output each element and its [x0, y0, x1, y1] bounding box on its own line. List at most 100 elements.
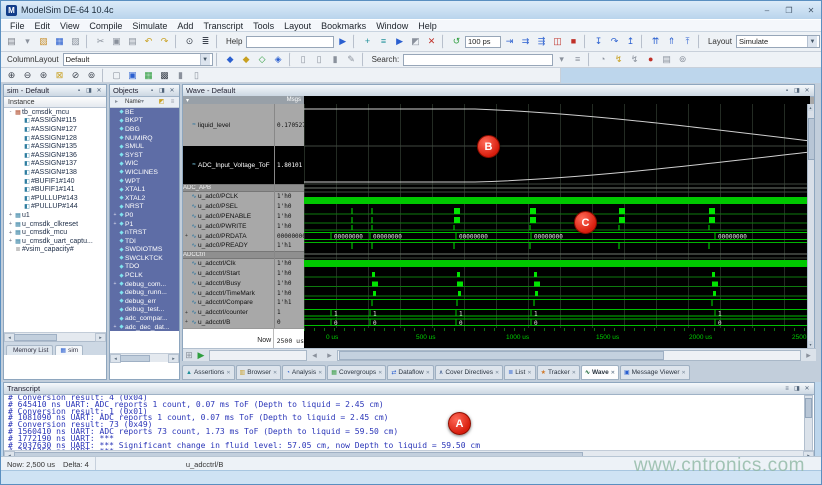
wave-value-row[interactable]: [275, 184, 304, 192]
edit-mode-icon[interactable]: ▩: [157, 68, 172, 83]
minimize-icon[interactable]: –: [760, 6, 774, 15]
scroll-right-icon[interactable]: ▸: [95, 333, 106, 342]
add-selected-to-wave-icon[interactable]: ◆: [223, 52, 238, 67]
wave-signal-row[interactable]: ∿ u_adc0/PENABLE: [183, 212, 274, 222]
menu-icon[interactable]: ≡: [783, 386, 791, 392]
object-row[interactable]: ◆ NRST: [110, 203, 179, 212]
wave-signal-row[interactable]: ∿ u_adcctrl/Clk: [183, 259, 274, 269]
tab-close-icon[interactable]: ✕: [318, 370, 322, 376]
wave-value-row[interactable]: 1'h0: [275, 269, 304, 279]
object-row[interactable]: ◆ debug_runn...: [110, 288, 179, 297]
tree-toggle-icon[interactable]: ▾: [183, 97, 189, 104]
wave-value-row[interactable]: 1'h0: [275, 221, 304, 231]
zoom-out-icon[interactable]: ⊖: [20, 68, 35, 83]
layout-select[interactable]: Simulate ▼: [736, 35, 820, 48]
filter-icon[interactable]: ◩: [156, 97, 167, 108]
close-icon[interactable]: ✕: [168, 87, 176, 94]
run-next-icon[interactable]: ⇑: [664, 34, 679, 49]
menu-item[interactable]: Simulate: [127, 21, 172, 31]
names-scrollbar-track[interactable]: [209, 350, 307, 361]
expand-toggle[interactable]: +: [183, 233, 190, 239]
print-icon[interactable]: ▨: [68, 34, 83, 49]
wave-signal-row[interactable]: + ∿ u_adc0/PRDATA: [183, 231, 274, 241]
tree-item[interactable]: ◧ #ASSIGN#136: [4, 151, 106, 160]
object-row[interactable]: ◆ TDO: [110, 263, 179, 272]
wave-value-row[interactable]: 1: [275, 308, 304, 318]
scroll-right-icon[interactable]: ▸: [168, 354, 179, 363]
copy-icon[interactable]: ▣: [109, 34, 124, 49]
bottom-tab[interactable]: ≣ List ✕: [504, 365, 535, 380]
object-row[interactable]: ◆ WPT: [110, 177, 179, 186]
menu-item[interactable]: Add: [172, 21, 198, 31]
undo-icon[interactable]: ↶: [141, 34, 156, 49]
tree-item[interactable]: ◧ #ASSIGN#115: [4, 117, 106, 126]
wave-signal-row[interactable]: ∿ u_adcctrl/Compare: [183, 298, 274, 308]
object-row[interactable]: ◆ debug_err: [110, 297, 179, 306]
step-out-icon[interactable]: ↥: [623, 34, 638, 49]
wave-signal-row[interactable]: ≈ ADC_Input_Voltage_ToF: [183, 146, 274, 184]
object-row[interactable]: ◆ WIC: [110, 160, 179, 169]
zoom-last-icon[interactable]: ⊘: [68, 68, 83, 83]
object-row[interactable]: ◆ BKPT: [110, 117, 179, 126]
tab-close-icon[interactable]: ✕: [226, 370, 230, 376]
select-mode-icon[interactable]: ▢: [109, 68, 124, 83]
maximize-icon[interactable]: ❐: [782, 6, 796, 15]
find-next-icon[interactable]: ≣: [198, 34, 213, 49]
tree-item[interactable]: ◧ #ASSIGN#138: [4, 168, 106, 177]
tree-item[interactable]: ◧ #PULLUP#143: [4, 194, 106, 203]
close-icon[interactable]: ✕: [803, 87, 811, 94]
tab-close-icon[interactable]: ✕: [527, 370, 531, 376]
tree-item[interactable]: ◧ #ASSIGN#128: [4, 134, 106, 143]
step-into-icon[interactable]: ↧: [591, 34, 606, 49]
clock-icon[interactable]: ◔: [595, 52, 610, 67]
run-icon[interactable]: ⇥: [502, 34, 517, 49]
noforce-icon[interactable]: ↯: [627, 52, 642, 67]
wave-signal-row[interactable]: ∿ u_adc0/PCLK: [183, 192, 274, 202]
tab-close-icon[interactable]: ✕: [611, 370, 615, 376]
bottom-tab[interactable]: ∿ Wave ✕: [581, 365, 619, 380]
memory-icon[interactable]: ▤: [659, 52, 674, 67]
object-row[interactable]: ◆ BE: [110, 108, 179, 117]
columnlayout-select[interactable]: Default ▼: [63, 53, 213, 66]
separator[interactable]: [588, 52, 592, 67]
menu-item[interactable]: File: [5, 21, 30, 31]
close-icon[interactable]: ✕: [804, 6, 818, 15]
float-icon[interactable]: ◨: [793, 87, 801, 94]
separator[interactable]: [86, 34, 90, 49]
cut-wave-icon[interactable]: ▮: [173, 68, 188, 83]
object-row[interactable]: + ◆ P1: [110, 220, 179, 229]
wave-value-row[interactable]: 1'h1: [275, 298, 304, 308]
waveform-canvas[interactable]: 00000000 00000000 00000000 00000000 0000…: [304, 96, 810, 348]
object-row[interactable]: ◆ WICLINES: [110, 168, 179, 177]
scrollbar-thumb[interactable]: [120, 355, 150, 362]
break-icon[interactable]: ✕: [424, 34, 439, 49]
simulate-options-icon[interactable]: ◩: [408, 34, 423, 49]
object-row[interactable]: ◆ XTAL2: [110, 194, 179, 203]
annotate-icon[interactable]: ✎: [344, 52, 359, 67]
expand-toggle[interactable]: +: [7, 212, 14, 218]
wave-signal-row[interactable]: ≈ liquid_level: [183, 104, 274, 146]
pane-tab[interactable]: ▦ sim: [55, 345, 83, 355]
scrollbar-thumb[interactable]: [808, 118, 815, 160]
bottom-tab[interactable]: ▣ Message Viewer ✕: [620, 365, 690, 380]
tree-item[interactable]: ◧ #ASSIGN#137: [4, 160, 106, 169]
cursor-lock-icon[interactable]: ▮: [328, 52, 343, 67]
step-current-icon[interactable]: ⇈: [648, 34, 663, 49]
menu-item[interactable]: Tools: [248, 21, 279, 31]
wave-value-row[interactable]: 0: [275, 318, 304, 328]
wave-value-row[interactable]: 1'h0: [275, 278, 304, 288]
wave-value-row[interactable]: 0.170527: [275, 104, 304, 146]
zoom-full-icon[interactable]: ⊛: [36, 68, 51, 83]
view-menu-icon[interactable]: ≡: [167, 97, 178, 108]
tab-close-icon[interactable]: ✕: [378, 370, 382, 376]
add-wave-window-icon[interactable]: ◇: [255, 52, 270, 67]
sort-icon[interactable]: ▾: [137, 97, 148, 108]
dock-icon[interactable]: ▪: [783, 88, 791, 94]
wave-signal-row[interactable]: ADCCtrl: [183, 251, 274, 259]
menu-item[interactable]: Help: [413, 21, 442, 31]
wave-signal-row[interactable]: ADC_APB: [183, 184, 274, 192]
expand-toggle[interactable]: +: [7, 230, 14, 236]
stop-icon[interactable]: ■: [566, 34, 581, 49]
transcript-log[interactable]: # Conversion result: 4 (0x04)# 645410 ns…: [4, 395, 814, 450]
breakpoint-icon[interactable]: ●: [643, 52, 658, 67]
